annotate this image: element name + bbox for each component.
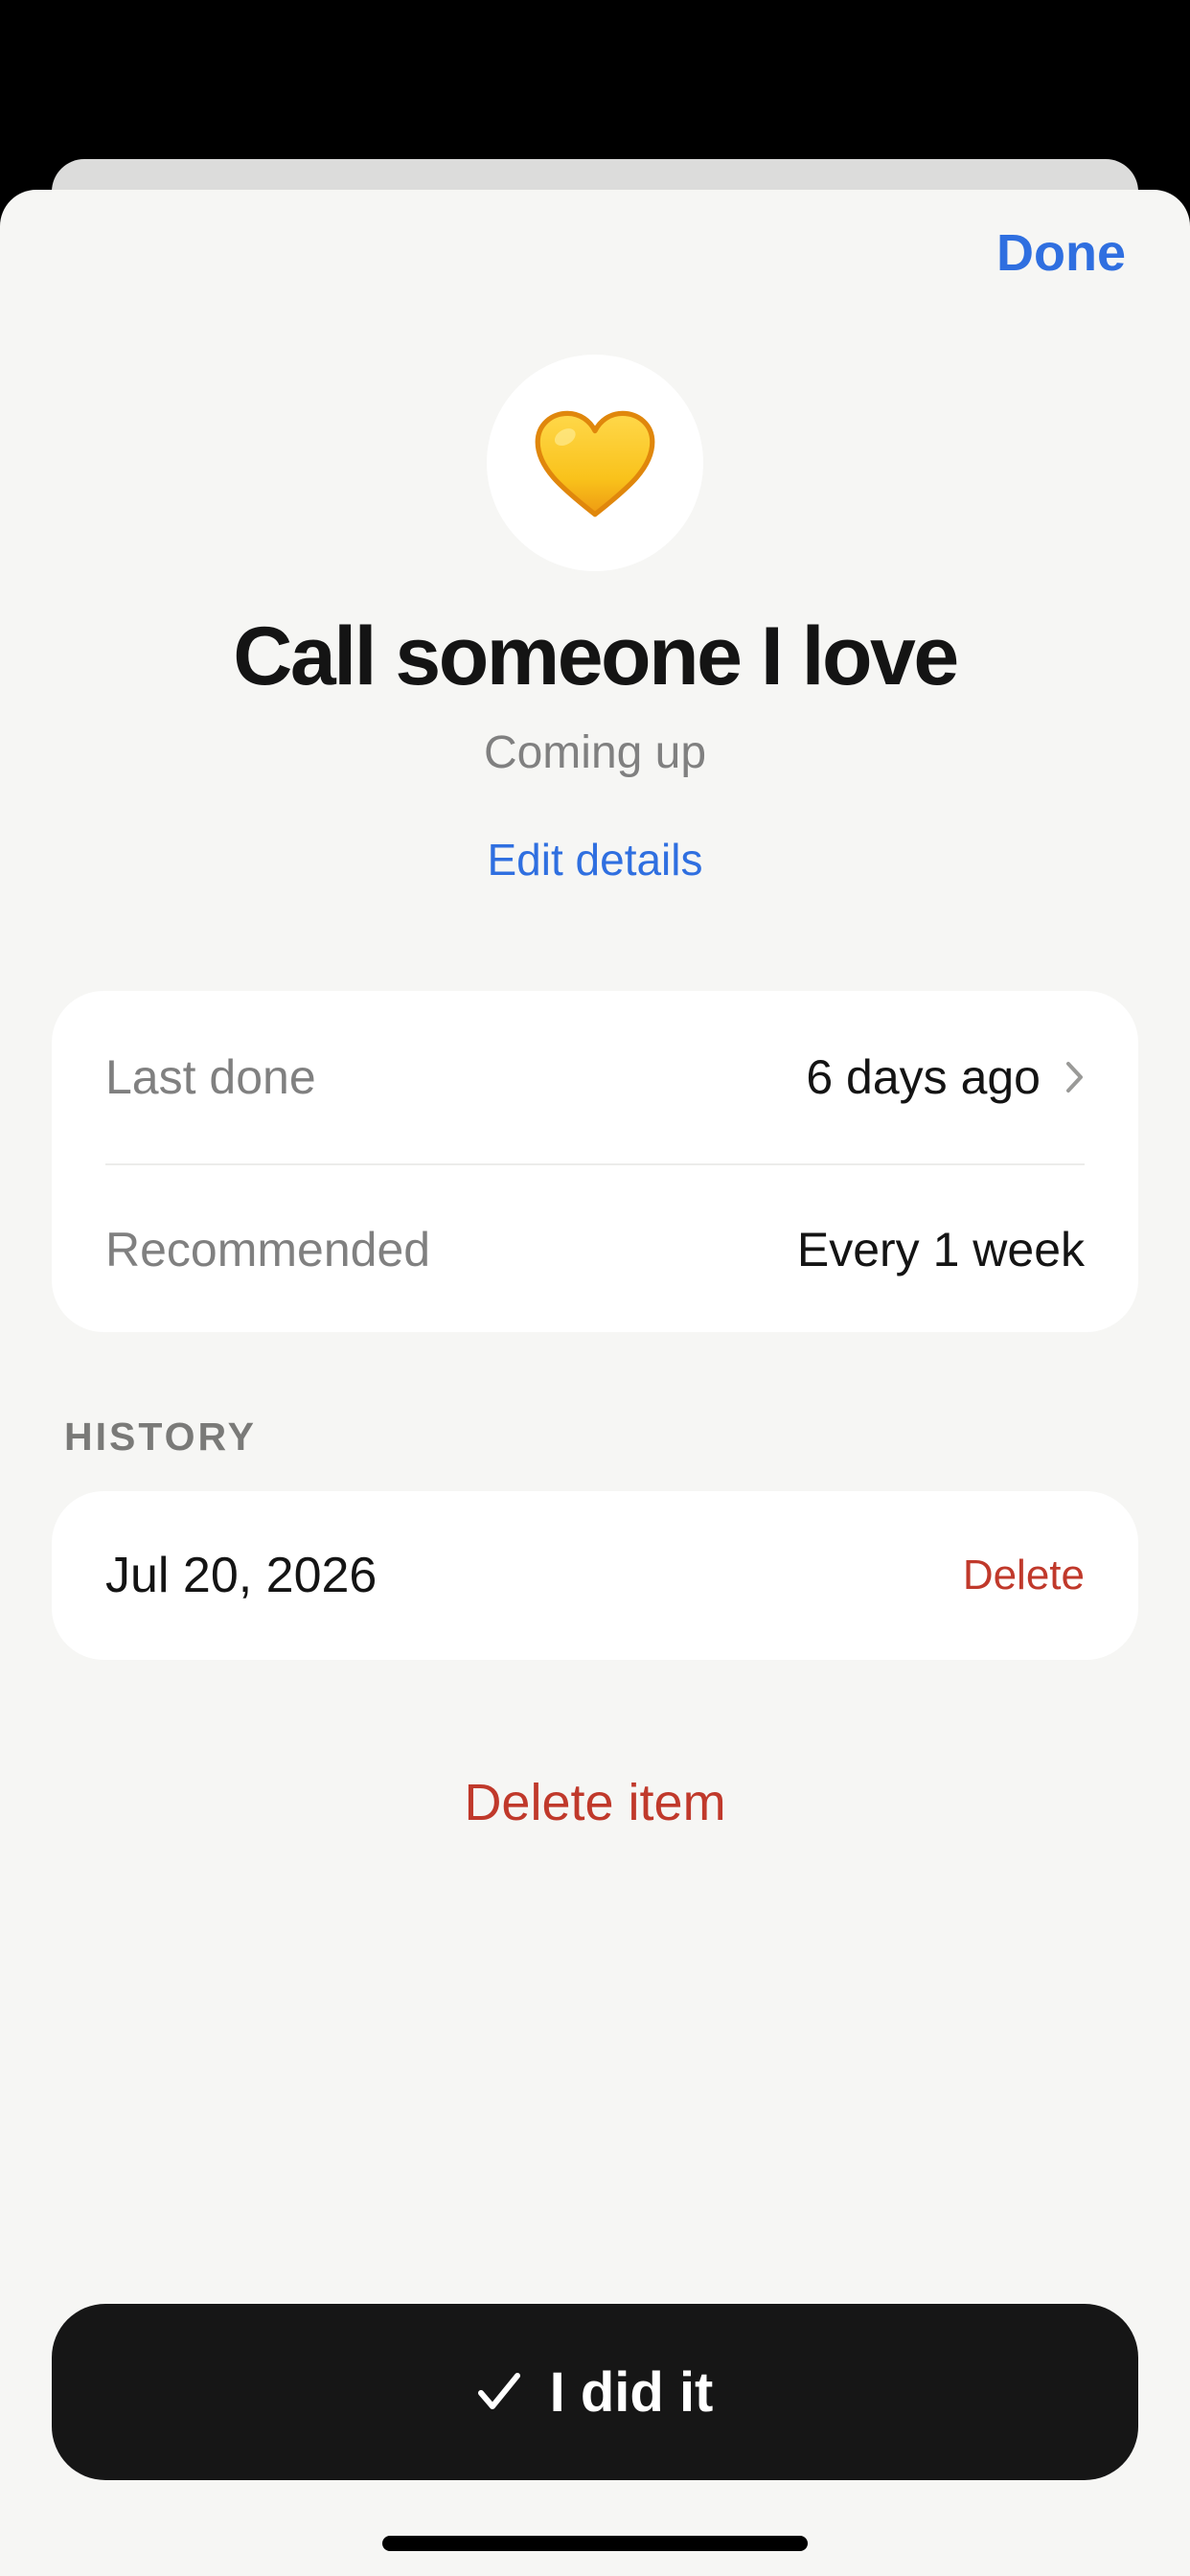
item-title: Call someone I love <box>233 610 959 702</box>
history-entry-date: Jul 20, 2026 <box>105 1548 378 1603</box>
item-detail-sheet: Done Call someone I love Coming up Edit … <box>0 190 1190 2576</box>
item-emoji-badge <box>487 355 703 571</box>
last-done-value: 6 days ago <box>806 1050 1041 1104</box>
row-divider <box>105 1163 1085 1165</box>
checkmark-icon <box>477 2373 520 2409</box>
recommended-value: Every 1 week <box>796 1223 1085 1276</box>
history-card: Jul 20, 2026 Delete <box>52 1491 1138 1660</box>
last-done-value-group: 6 days ago <box>806 1049 1085 1105</box>
i-did-it-button[interactable]: I did it <box>52 2304 1138 2480</box>
details-card: Last done 6 days ago Recommended Every 1… <box>52 991 1138 1332</box>
delete-item-button[interactable]: Delete item <box>464 1774 725 1831</box>
i-did-it-label: I did it <box>549 2360 714 2424</box>
home-indicator[interactable] <box>382 2536 808 2551</box>
last-done-row[interactable]: Last done 6 days ago <box>105 1037 1085 1117</box>
delete-item-container: Delete item <box>0 1773 1190 1832</box>
last-done-label: Last done <box>105 1050 316 1104</box>
edit-details-link[interactable]: Edit details <box>487 835 702 885</box>
history-entry: Jul 20, 2026 Delete <box>105 1491 1085 1660</box>
done-button[interactable]: Done <box>996 223 1126 283</box>
edit-details-container: Edit details <box>0 834 1190 886</box>
recommended-row: Recommended Every 1 week <box>105 1209 1085 1290</box>
history-section-header: HISTORY <box>64 1414 257 1459</box>
chevron-right-icon <box>1066 1062 1083 1092</box>
history-entry-delete-button[interactable]: Delete <box>963 1552 1085 1599</box>
yellow-heart-icon <box>535 410 655 518</box>
recommended-label: Recommended <box>105 1223 431 1276</box>
item-status: Coming up <box>483 727 707 778</box>
